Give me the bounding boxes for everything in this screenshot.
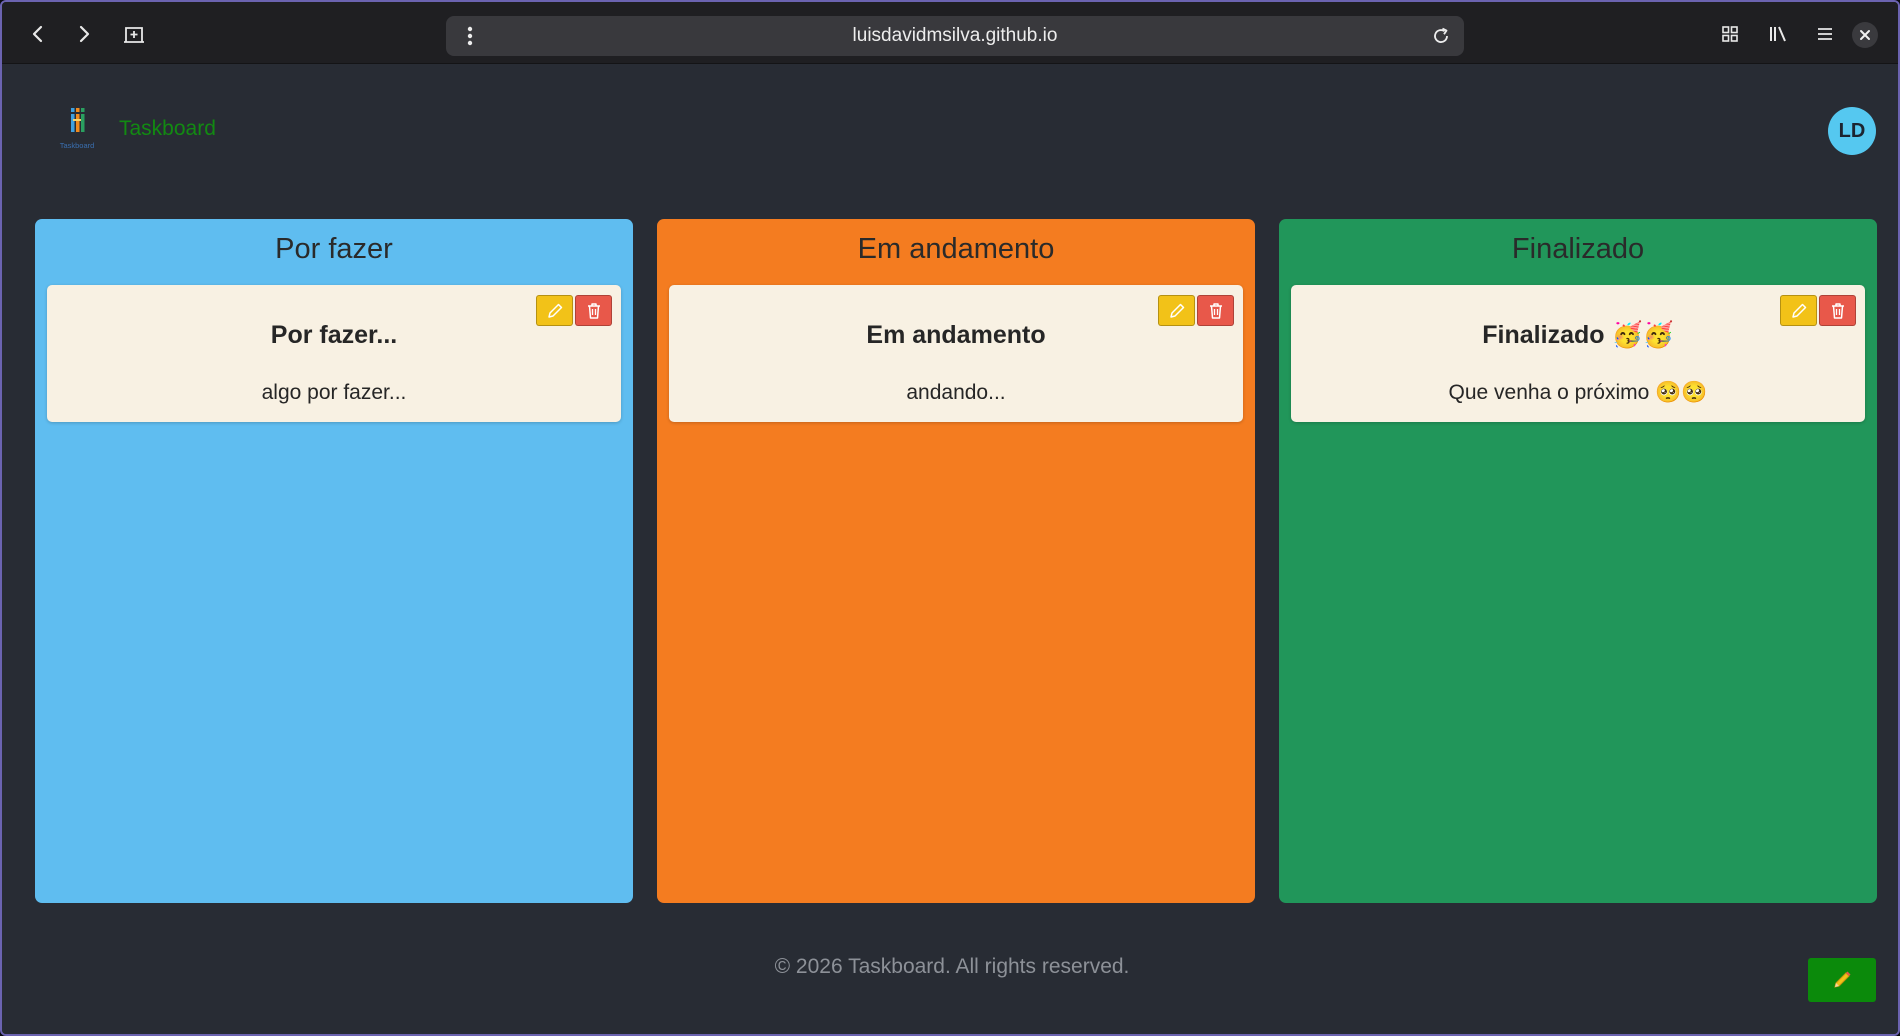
browser-toolbar: luisdavidmsilva.github.io xyxy=(2,2,1898,64)
new-tab-button[interactable] xyxy=(116,16,152,52)
trash-icon xyxy=(1831,302,1844,319)
card-description: andando... xyxy=(906,381,1006,404)
card-title: Por fazer... xyxy=(270,321,398,349)
grid-icon xyxy=(1722,26,1738,42)
kebab-menu-icon[interactable] xyxy=(458,24,482,48)
close-icon xyxy=(1860,30,1870,40)
browser-window: luisdavidmsilva.github.io Taskboard Task… xyxy=(0,0,1900,1036)
taskboard-logo[interactable]: Taskboard xyxy=(58,107,96,151)
footer-copyright: © 2026 Taskboard. All rights reserved. xyxy=(774,955,1130,978)
arrow-left-icon xyxy=(32,25,43,43)
task-board: Por fazer Por fazer... algo por fazer... xyxy=(35,219,1877,903)
url-bar[interactable]: luisdavidmsilva.github.io xyxy=(446,16,1464,56)
task-card[interactable]: Em andamento andando... xyxy=(669,285,1243,422)
extensions-button[interactable] xyxy=(1712,16,1748,52)
add-task-button[interactable] xyxy=(1808,958,1876,1002)
trash-icon xyxy=(587,302,600,319)
new-tab-icon xyxy=(124,27,144,43)
pencil-icon xyxy=(547,303,562,318)
library-button[interactable] xyxy=(1760,16,1796,52)
pencil-icon xyxy=(1834,971,1851,988)
column-finalizado: Finalizado Finalizado 🥳🥳 Que venha o pró… xyxy=(1279,219,1877,903)
trash-icon xyxy=(1209,302,1222,319)
card-title: Finalizado 🥳🥳 xyxy=(1482,321,1674,349)
avatar[interactable]: LD xyxy=(1828,107,1876,155)
column-por-fazer: Por fazer Por fazer... algo por fazer... xyxy=(35,219,633,903)
card-description: Que venha o próximo 🥺🥺 xyxy=(1448,381,1708,404)
column-title: Finalizado xyxy=(1511,233,1645,265)
card-description: algo por fazer... xyxy=(261,381,407,404)
reload-icon[interactable] xyxy=(1428,23,1454,49)
hamburger-menu-icon xyxy=(1818,28,1832,40)
pencil-icon xyxy=(1791,303,1806,318)
window-close-button[interactable] xyxy=(1852,22,1878,48)
column-em-andamento: Em andamento Em andamento andando... xyxy=(657,219,1255,903)
task-card[interactable]: Finalizado 🥳🥳 Que venha o próximo 🥺🥺 xyxy=(1291,285,1865,422)
page: Taskboard Taskboard LD Por fazer Por faz… xyxy=(2,65,1898,1034)
task-card[interactable]: Por fazer... algo por fazer... xyxy=(47,285,621,422)
back-button[interactable] xyxy=(20,16,56,52)
forward-button[interactable] xyxy=(66,16,102,52)
app-menu-button[interactable] xyxy=(1807,16,1843,52)
pencil-icon xyxy=(1169,303,1184,318)
card-title: Em andamento xyxy=(866,321,1046,349)
library-icon xyxy=(1770,26,1786,42)
brand-title[interactable]: Taskboard xyxy=(119,117,216,141)
arrow-right-icon xyxy=(79,25,90,43)
logo-text: Taskboard xyxy=(60,141,95,150)
url-text: luisdavidmsilva.github.io xyxy=(852,25,1058,46)
column-title: Em andamento xyxy=(857,233,1055,265)
column-title: Por fazer xyxy=(275,233,393,265)
